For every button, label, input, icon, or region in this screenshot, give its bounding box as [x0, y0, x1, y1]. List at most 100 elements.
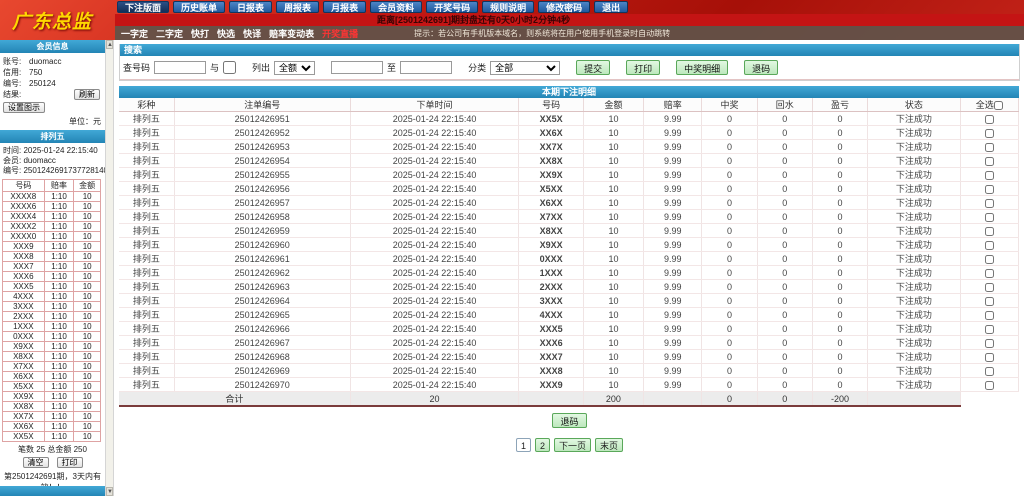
countdown-text: 距离[2501242691]期封盘还有0天0小时2分钟4秒 — [377, 15, 571, 25]
amount-select[interactable]: 全额 — [274, 60, 316, 75]
bet-number: XXXX0 — [2, 231, 45, 242]
print-button[interactable]: 打印 — [626, 60, 661, 75]
row-select-checkbox[interactable] — [984, 128, 994, 138]
row-select-checkbox[interactable] — [984, 268, 994, 278]
amount-from-input[interactable] — [331, 61, 384, 74]
row-select-checkbox[interactable] — [984, 142, 994, 152]
nav-tab-8[interactable]: 修改密码 — [538, 1, 591, 13]
refresh-button[interactable]: 刷新 — [74, 89, 100, 100]
row-select-checkbox[interactable] — [984, 338, 994, 348]
credit-label: 信用: — [3, 68, 22, 77]
cell-win: 0 — [701, 377, 758, 392]
submit-button[interactable]: 提交 — [576, 60, 611, 75]
col-odds: 赔率 — [43, 179, 75, 192]
select-all-checkbox[interactable] — [993, 101, 1003, 111]
subnav-link-2[interactable]: 快打 — [191, 27, 209, 40]
sidebar-bottom-section-bar — [0, 486, 105, 496]
row-select-checkbox[interactable] — [984, 254, 994, 264]
row-select-checkbox[interactable] — [984, 324, 994, 334]
subnav-link-3[interactable]: 快选 — [217, 27, 235, 40]
row-select-checkbox[interactable] — [984, 156, 994, 166]
amount-to-input[interactable] — [400, 61, 453, 74]
cell-amount: 10 — [583, 181, 645, 196]
bet-slip-row: XXXX0 1:10 10 — [2, 231, 101, 242]
next-page-button[interactable]: 下一页 — [554, 438, 592, 452]
cell-amount: 10 — [583, 307, 645, 322]
bet-amount: 10 — [73, 251, 101, 262]
bet-slip-summary: 笔数 25 总金额 250 — [18, 445, 87, 454]
cell-time: 2025-01-24 22:15:40 — [350, 139, 520, 154]
row-select-checkbox[interactable] — [984, 212, 994, 222]
bet-amount: 10 — [73, 331, 101, 342]
row-select-checkbox[interactable] — [984, 310, 994, 320]
cell-lottery: 排列五 — [119, 321, 175, 336]
cell-win: 0 — [701, 125, 758, 140]
nav-tab-3[interactable]: 周报表 — [276, 1, 320, 13]
row-select-checkbox[interactable] — [984, 226, 994, 236]
bet-slip-row: XXXX8 1:10 10 — [2, 191, 101, 202]
cell-rebate: 0 — [757, 181, 813, 196]
search-number-input[interactable] — [154, 61, 207, 74]
nav-tab-5[interactable]: 会员资料 — [370, 1, 423, 13]
cell-lottery: 排列五 — [119, 377, 175, 392]
nav-tab-1[interactable]: 历史账单 — [173, 1, 226, 13]
cell-time: 2025-01-24 22:15:40 — [350, 223, 520, 238]
sidebar-scrollbar[interactable]: ▲ ▼ — [105, 40, 114, 496]
category-select[interactable]: 全部 — [490, 60, 561, 75]
win-detail-button[interactable]: 中奖明细 — [676, 60, 729, 75]
subnav-link-1[interactable]: 二字定 — [156, 27, 183, 40]
bet-number: XXXX2 — [2, 221, 45, 232]
page-button-2[interactable]: 2 — [534, 438, 550, 452]
bet-detail-row: 排列五 25012426967 2025-01-24 22:15:40 XXX6 10 9… — [119, 335, 1020, 350]
last-page-button[interactable]: 末页 — [595, 438, 624, 452]
col-header-0: 彩种 — [119, 98, 175, 112]
cell-order-id: 25012426967 — [174, 335, 351, 350]
cell-time: 2025-01-24 22:15:40 — [350, 265, 520, 280]
nav-tab-2[interactable]: 日报表 — [229, 1, 273, 13]
page-button-1[interactable]: 1 — [515, 438, 531, 452]
row-select-checkbox[interactable] — [984, 184, 994, 194]
nav-tab-0[interactable]: 下注版面 — [117, 1, 170, 13]
cell-status: 下注成功 — [867, 335, 961, 350]
row-select-checkbox[interactable] — [984, 380, 994, 390]
clear-button[interactable]: 清空 — [22, 457, 49, 468]
bet-number: X9XX — [2, 341, 45, 352]
row-select-checkbox[interactable] — [984, 198, 994, 208]
cell-amount: 10 — [583, 223, 645, 238]
subnav-link-4[interactable]: 快译 — [243, 27, 261, 40]
return-code-bottom-button[interactable]: 退码 — [552, 413, 587, 428]
subnav-link-5[interactable]: 赔率变动表 — [269, 27, 314, 40]
row-select-checkbox[interactable] — [984, 114, 994, 124]
cell-profit: 0 — [812, 181, 869, 196]
subnav-links: 一字定 二字定 快打 快选 快译 赔率变动表 — [121, 27, 314, 40]
cell-rebate: 0 — [757, 153, 813, 168]
bet-amount: 10 — [73, 211, 101, 222]
subnav-bar: 一字定 二字定 快打 快选 快译 赔率变动表 开奖直播 提示：若公司有手机版本域名，则系统… — [115, 26, 1024, 40]
nav-tab-4[interactable]: 月报表 — [323, 1, 367, 13]
row-select-checkbox[interactable] — [984, 170, 994, 180]
nav-tab-6[interactable]: 开奖号码 — [426, 1, 479, 13]
row-select-checkbox[interactable] — [984, 352, 994, 362]
nav-tab-7[interactable]: 规则说明 — [482, 1, 535, 13]
cell-time: 2025-01-24 22:15:40 — [350, 377, 520, 392]
print-button-side[interactable]: 打印 — [56, 457, 83, 468]
cell-odds: 9.99 — [643, 195, 703, 210]
row-select-checkbox[interactable] — [984, 366, 994, 376]
bet-number: X5XX — [2, 381, 45, 392]
row-select-checkbox[interactable] — [984, 282, 994, 292]
subnav-link-0[interactable]: 一字定 — [121, 27, 148, 40]
cell-win: 0 — [701, 223, 758, 238]
scroll-down-icon[interactable]: ▼ — [106, 487, 113, 496]
subnav-highlight-link[interactable]: 开奖直播 — [322, 27, 358, 40]
scroll-up-icon[interactable]: ▲ — [106, 40, 113, 49]
settings-button[interactable]: 设置图示 — [3, 102, 45, 113]
cell-number: X8XX — [518, 223, 584, 238]
return-code-button[interactable]: 退码 — [744, 60, 779, 75]
row-select-checkbox[interactable] — [984, 296, 994, 306]
to-label: 至 — [387, 63, 397, 73]
bet-detail-row: 排列五 25012426951 2025-01-24 22:15:40 XX5X 10 9… — [119, 111, 1020, 126]
cell-time: 2025-01-24 22:15:40 — [350, 153, 520, 168]
nav-tab-9[interactable]: 退出 — [594, 1, 629, 13]
and-checkbox[interactable] — [223, 61, 237, 74]
row-select-checkbox[interactable] — [984, 240, 994, 250]
